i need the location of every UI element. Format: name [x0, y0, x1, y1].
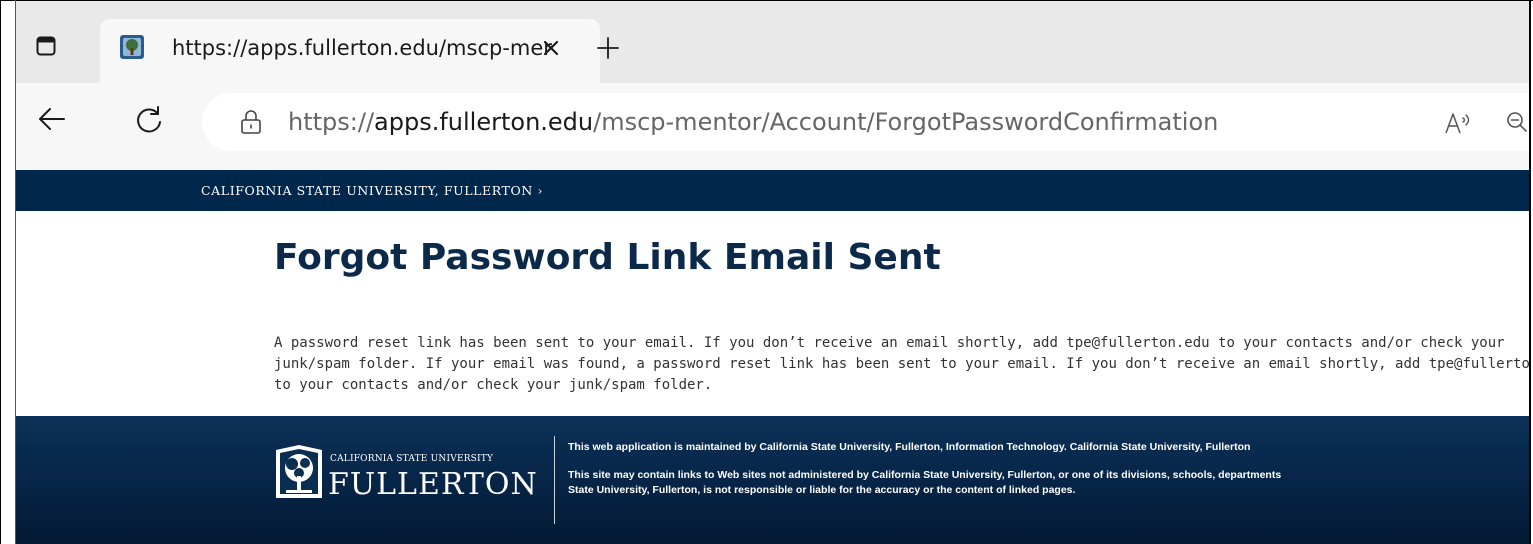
frame-right-edge [1529, 0, 1531, 544]
footer-maintained-text: This web application is maintained by Ca… [568, 441, 1251, 453]
read-aloud-icon[interactable] [1444, 112, 1474, 134]
footer-links-disclaimer-line2: State University, Fullerton, is not resp… [568, 484, 1076, 496]
footer-divider [554, 436, 555, 524]
csuf-logo[interactable]: CALIFORNIA STATE UNIVERSITY FULLERTON [274, 440, 544, 510]
web-page: CALIFORNIA STATE UNIVERSITY, FULLERTON ›… [16, 170, 1529, 544]
page-footer: CALIFORNIA STATE UNIVERSITY FULLERTON Th… [16, 416, 1529, 544]
browser-chrome: https://apps.fullerton.edu/mscp-mentor/A… [16, 1, 1529, 171]
url-path: /mscp-mentor/Account/ForgotPasswordConfi… [593, 108, 1219, 136]
url-text[interactable]: https://apps.fullerton.edu/mscp-mentor/A… [288, 104, 1218, 140]
confirmation-message: A password reset link has been sent to y… [274, 335, 1529, 393]
footer-disclaimer: This web application is maintained by Ca… [568, 440, 1529, 498]
zoom-out-icon[interactable] [1506, 111, 1528, 133]
tab-title: https://apps.fullerton.edu/mscp-mentor/A… [172, 36, 552, 60]
page-title: Forgot Password Link Email Sent [274, 237, 941, 278]
url-prefix: https:// [288, 108, 375, 136]
address-bar[interactable]: https://apps.fullerton.edu/mscp-mentor/A… [202, 93, 1529, 151]
main-content: Forgot Password Link Email Sent A passwo… [16, 211, 1529, 416]
navigation-bar: https://apps.fullerton.edu/mscp-mentor/A… [16, 83, 1529, 171]
footer-links-disclaimer-line1: This site may contain links to Web sites… [568, 469, 1282, 481]
lock-icon[interactable] [240, 109, 262, 135]
active-tab[interactable]: https://apps.fullerton.edu/mscp-mentor/A… [100, 19, 600, 83]
plus-icon[interactable] [596, 36, 620, 60]
csuf-favicon-icon [120, 35, 144, 59]
university-header-bar: CALIFORNIA STATE UNIVERSITY, FULLERTON › [16, 170, 1529, 211]
logo-university-label: CALIFORNIA STATE UNIVERSITY [330, 454, 494, 464]
close-icon[interactable] [540, 37, 562, 59]
logo-fullerton-label: FULLERTON [328, 467, 538, 502]
back-arrow-icon[interactable] [38, 105, 66, 133]
url-host: apps.fullerton.edu [374, 108, 594, 136]
tab-actions-icon[interactable] [36, 36, 56, 56]
refresh-icon[interactable] [134, 105, 164, 135]
tab-strip: https://apps.fullerton.edu/mscp-mentor/A… [16, 1, 1529, 83]
titan-tree-logo-icon [276, 445, 322, 498]
university-home-link[interactable]: CALIFORNIA STATE UNIVERSITY, FULLERTON › [201, 170, 543, 211]
